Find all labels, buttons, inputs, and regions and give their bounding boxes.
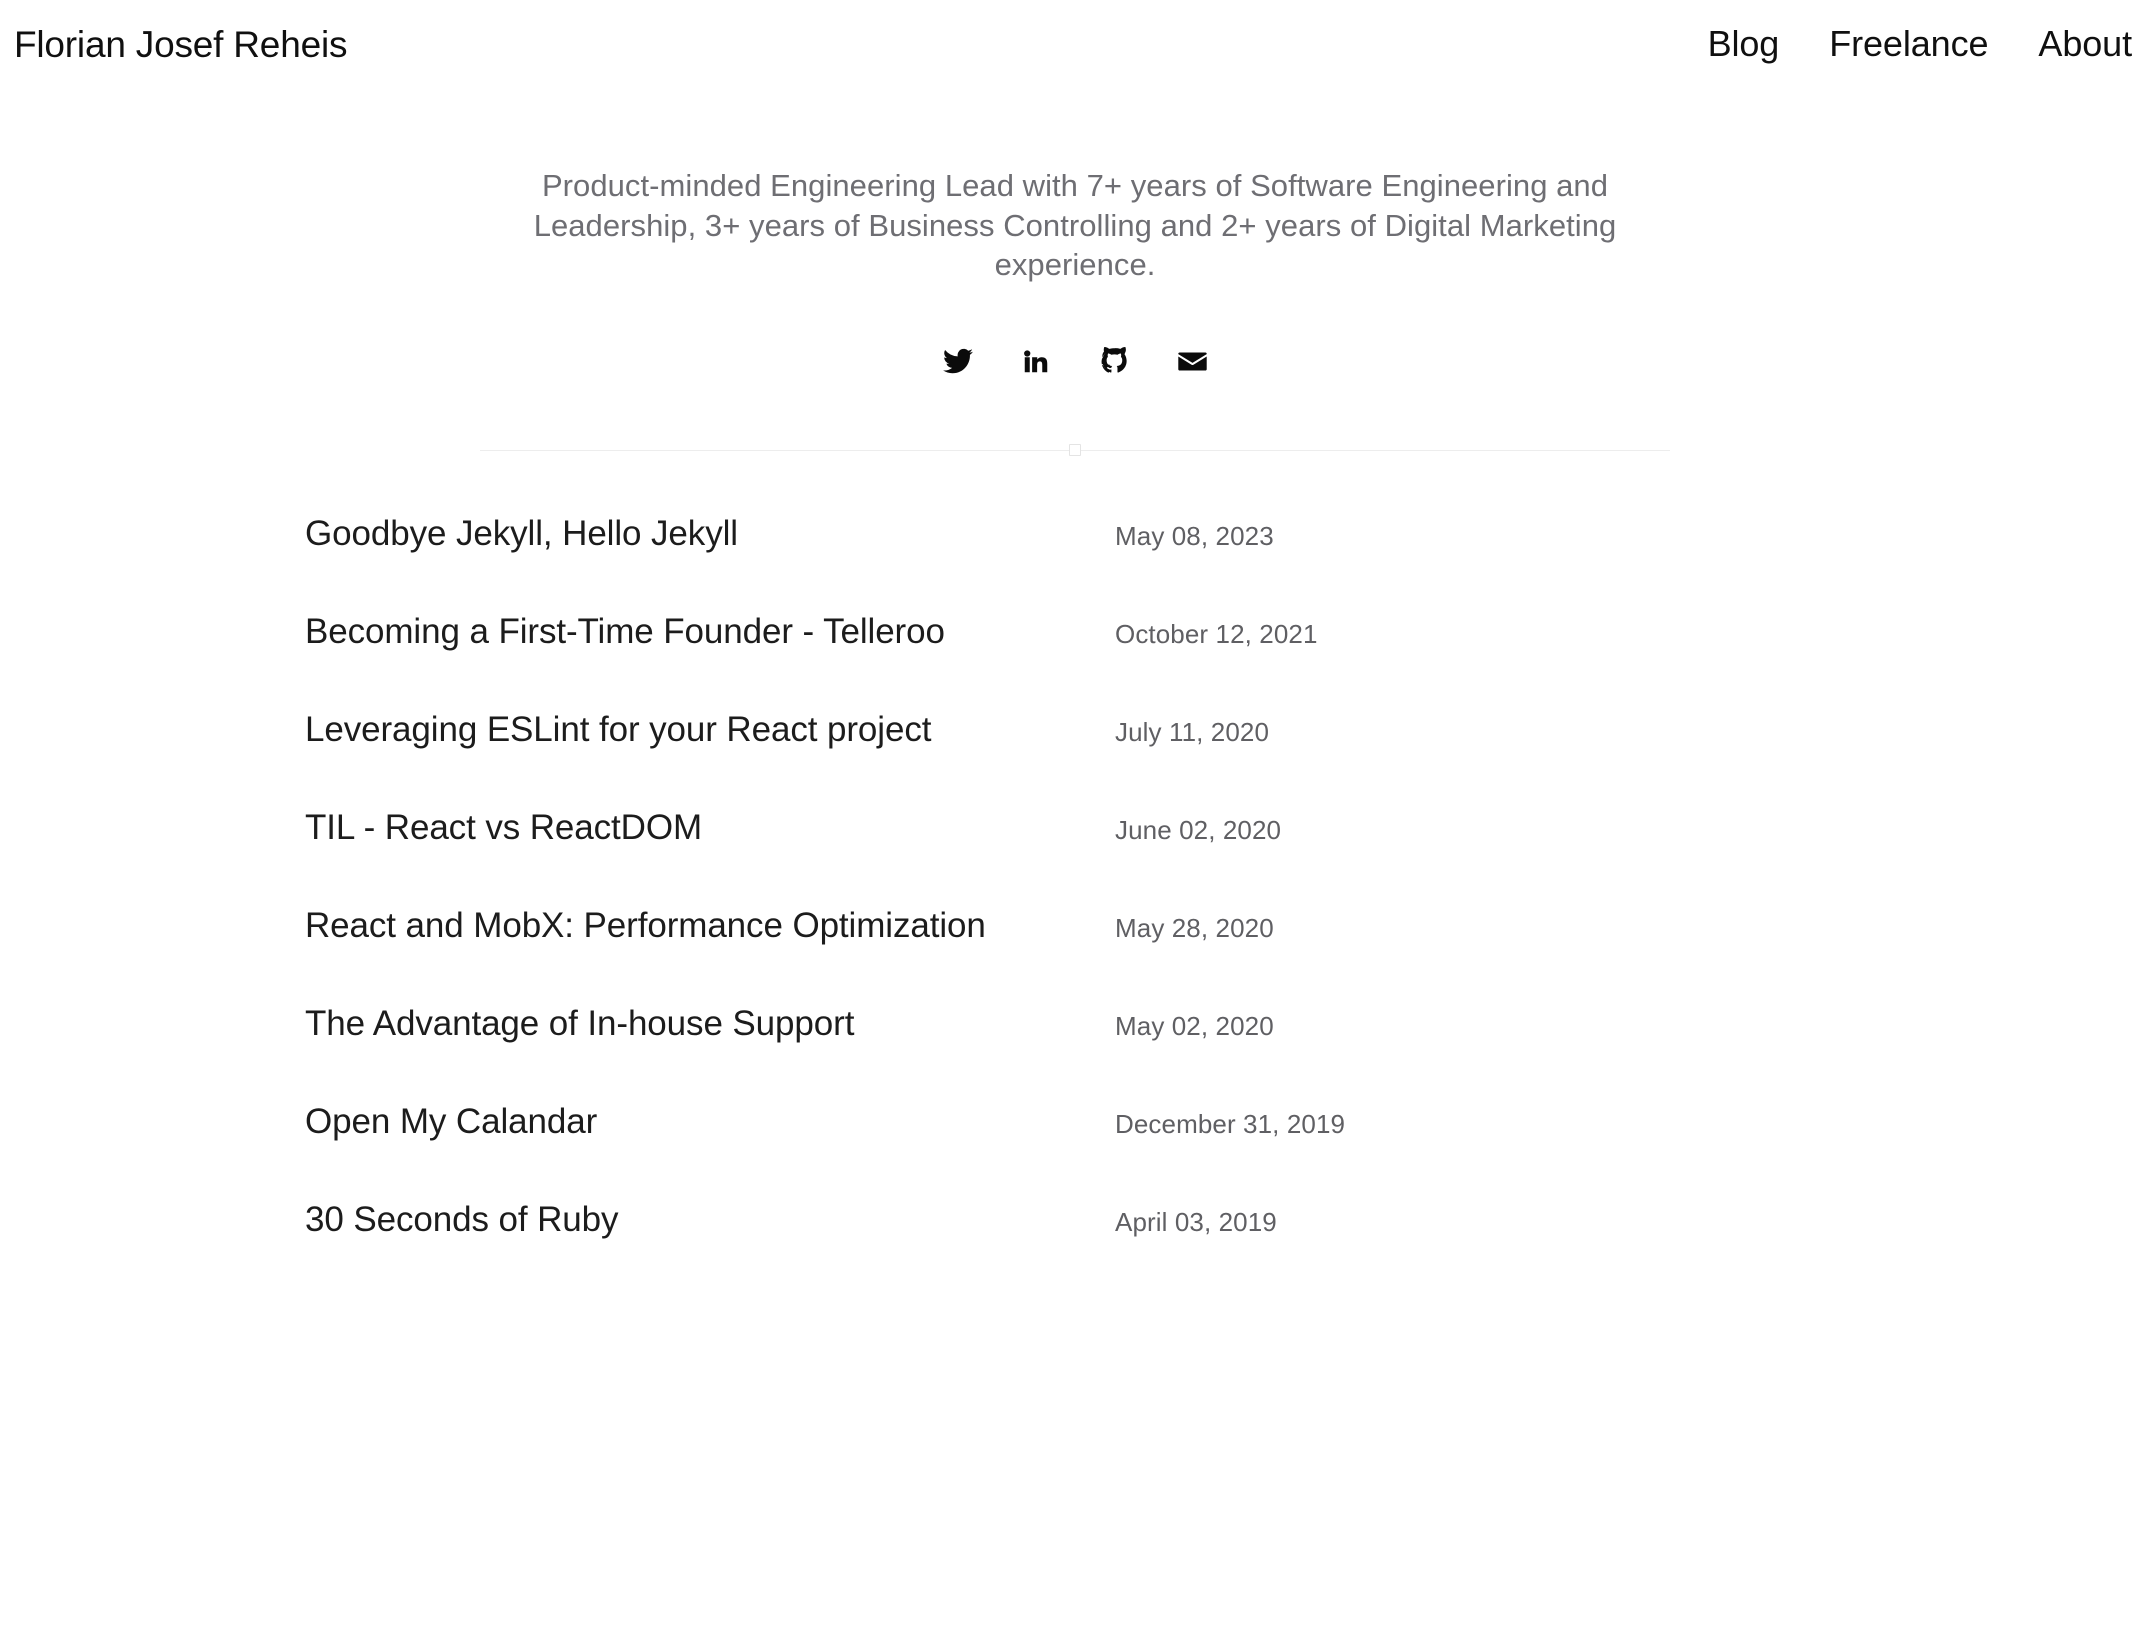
list-item[interactable]: Open My Calandar December 31, 2019 [305, 1101, 1845, 1199]
post-link[interactable]: Open My Calandar December 31, 2019 [305, 1101, 1845, 1143]
list-item[interactable]: The Advantage of In-house Support May 02… [305, 1003, 1845, 1101]
post-title: TIL - React vs ReactDOM [305, 808, 703, 848]
post-title: 30 Seconds of Ruby [305, 1200, 619, 1240]
post-date: May 02, 2020 [1115, 1011, 1274, 1042]
post-date: May 28, 2020 [1115, 913, 1274, 944]
post-list: Goodbye Jekyll, Hello Jekyll May 08, 202… [285, 513, 1865, 1297]
post-link[interactable]: The Advantage of In-house Support May 02… [305, 1003, 1845, 1045]
post-link[interactable]: Goodbye Jekyll, Hello Jekyll May 08, 202… [305, 513, 1845, 555]
list-item[interactable]: Goodbye Jekyll, Hello Jekyll May 08, 202… [305, 513, 1845, 611]
post-title: Open My Calandar [305, 1102, 598, 1142]
list-item[interactable]: Becoming a First-Time Founder - Telleroo… [305, 611, 1845, 709]
post-date: June 02, 2020 [1115, 815, 1282, 846]
post-link[interactable]: Becoming a First-Time Founder - Telleroo… [305, 611, 1845, 653]
intro-tagline: Product-minded Engineering Lead with 7+ … [533, 168, 1617, 283]
post-title: Goodbye Jekyll, Hello Jekyll [305, 514, 738, 554]
list-item[interactable]: 30 Seconds of Ruby April 03, 2019 [305, 1199, 1845, 1297]
list-item[interactable]: TIL - React vs ReactDOM June 02, 2020 [305, 807, 1845, 905]
intro-section: Product-minded Engineering Lead with 7+ … [0, 166, 2150, 379]
nav-link-about[interactable]: About [2038, 26, 2132, 62]
post-link[interactable]: 30 Seconds of Ruby April 03, 2019 [305, 1199, 1845, 1241]
twitter-icon[interactable] [940, 343, 976, 379]
post-link[interactable]: TIL - React vs ReactDOM June 02, 2020 [305, 807, 1845, 849]
site-header: Florian Josef Reheis Blog Freelance Abou… [0, 0, 2150, 70]
section-divider [480, 441, 1670, 459]
site-brand[interactable]: Florian Josef Reheis [14, 26, 347, 63]
post-title: Becoming a First-Time Founder - Telleroo [305, 612, 945, 652]
nav-link-blog[interactable]: Blog [1708, 26, 1780, 62]
social-links [180, 343, 1970, 379]
list-item[interactable]: Leveraging ESLint for your React project… [305, 709, 1845, 807]
linkedin-icon[interactable] [1018, 343, 1054, 379]
post-date: October 12, 2021 [1115, 619, 1318, 650]
post-date: April 03, 2019 [1115, 1207, 1277, 1238]
post-title: React and MobX: Performance Optimization [305, 906, 986, 946]
post-date: May 08, 2023 [1115, 521, 1274, 552]
post-title: The Advantage of In-house Support [305, 1004, 855, 1044]
github-icon[interactable] [1096, 343, 1132, 379]
post-date: July 11, 2020 [1115, 717, 1270, 748]
post-link[interactable]: React and MobX: Performance Optimization… [305, 905, 1845, 947]
email-icon[interactable] [1174, 343, 1210, 379]
post-date: December 31, 2019 [1115, 1109, 1346, 1140]
list-item[interactable]: React and MobX: Performance Optimization… [305, 905, 1845, 1003]
post-title: Leveraging ESLint for your React project [305, 710, 932, 750]
main-navigation: Blog Freelance About [1708, 26, 2136, 62]
nav-link-freelance[interactable]: Freelance [1829, 26, 1988, 62]
post-link[interactable]: Leveraging ESLint for your React project… [305, 709, 1845, 751]
divider-ornament-icon [1069, 444, 1081, 457]
